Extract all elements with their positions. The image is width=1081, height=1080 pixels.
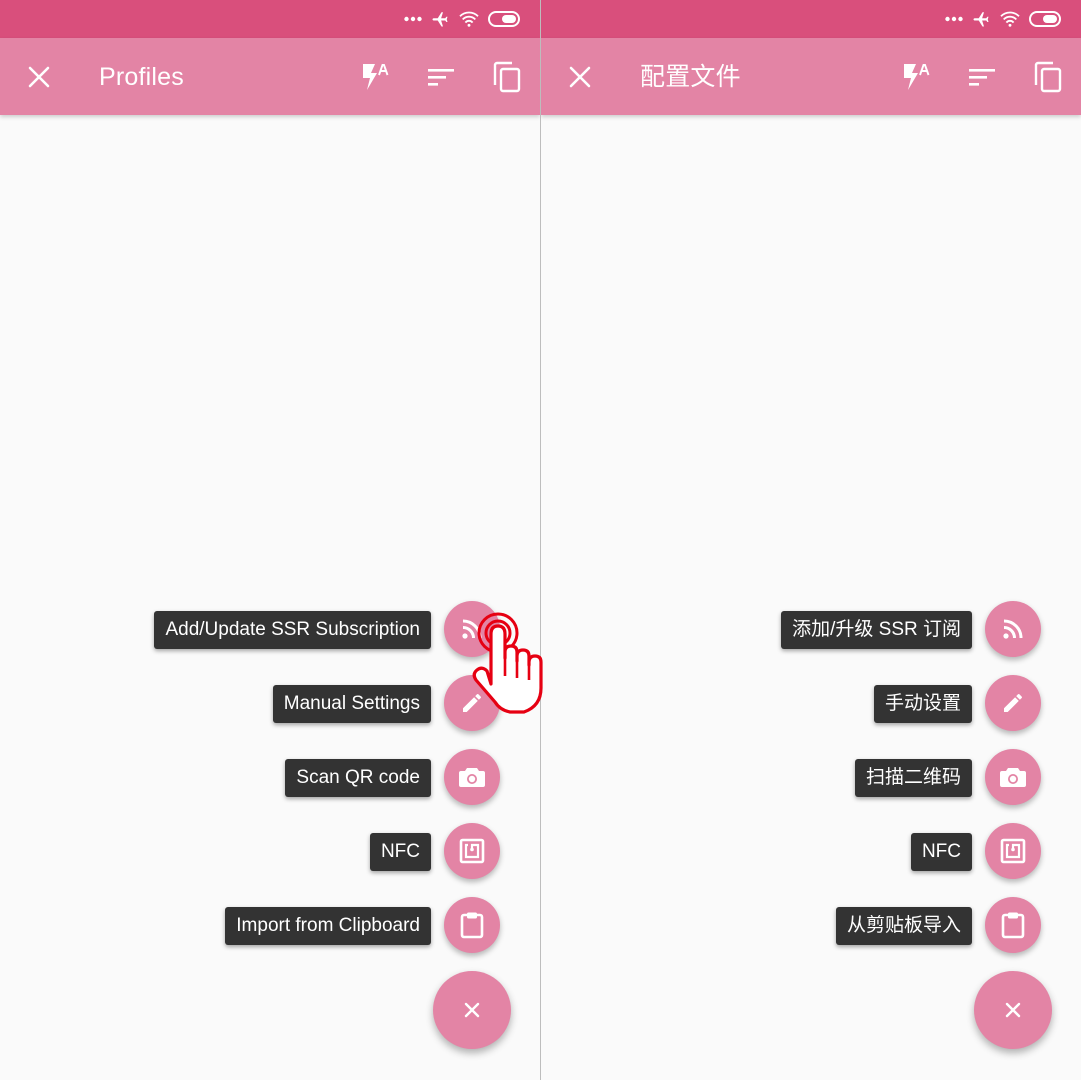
app-toolbar: 配置文件 <box>541 38 1081 115</box>
import-clipboard-button[interactable] <box>985 897 1041 953</box>
sort-icon <box>969 69 995 86</box>
close-icon <box>464 1002 480 1018</box>
rss-icon <box>1003 619 1023 639</box>
app-toolbar: Profiles <box>0 38 540 115</box>
battery-icon <box>488 11 520 27</box>
fab-label-scan-qr[interactable]: Scan QR code <box>285 759 431 797</box>
manual-settings-button[interactable] <box>444 675 500 731</box>
fab-label-nfc[interactable]: NFC <box>910 833 972 871</box>
more-dots-icon <box>945 16 963 22</box>
close-icon <box>1005 1002 1021 1018</box>
page-title: 配置文件 <box>640 63 741 91</box>
airplane-icon <box>432 12 448 27</box>
airplane-icon <box>973 12 989 27</box>
fab-close-button[interactable] <box>433 971 511 1049</box>
close-button[interactable] <box>20 58 58 96</box>
copy-icon <box>493 61 521 93</box>
camera-icon <box>459 768 485 787</box>
rss-icon <box>462 619 482 639</box>
scan-qr-button[interactable] <box>444 749 500 805</box>
close-button[interactable] <box>561 58 599 96</box>
wifi-icon <box>1000 11 1020 27</box>
fab-label-scan-qr[interactable]: 扫描二维码 <box>854 759 972 797</box>
nfc-icon <box>459 838 485 864</box>
pencil-icon <box>463 694 481 712</box>
battery-icon <box>1029 11 1061 27</box>
screenshot-comparison: Profiles Add/Update SSR Subscription Man… <box>0 0 1081 1080</box>
more-dots-icon <box>404 16 422 22</box>
fab-close-button[interactable] <box>974 971 1052 1049</box>
fab-label-add-subscription[interactable]: Add/Update SSR Subscription <box>154 611 431 649</box>
camera-icon <box>1000 768 1026 787</box>
status-bar <box>541 0 1081 38</box>
left-screen: Profiles Add/Update SSR Subscription Man… <box>0 0 540 1080</box>
close-icon <box>569 66 591 88</box>
nfc-button[interactable] <box>444 823 500 879</box>
import-clipboard-button[interactable] <box>444 897 500 953</box>
pencil-icon <box>1004 694 1022 712</box>
sort-button[interactable] <box>422 58 460 96</box>
fab-label-add-subscription[interactable]: 添加/升级 SSR 订阅 <box>781 611 972 649</box>
nfc-icon <box>1000 838 1026 864</box>
page-title: Profiles <box>99 63 184 91</box>
nfc-button[interactable] <box>985 823 1041 879</box>
close-icon <box>28 66 50 88</box>
fab-label-import-clipboard[interactable]: Import from Clipboard <box>225 907 431 945</box>
sort-button[interactable] <box>963 58 1001 96</box>
flash-auto-button[interactable] <box>897 58 935 96</box>
clipboard-icon <box>1001 912 1025 939</box>
clipboard-icon <box>460 912 484 939</box>
fab-label-nfc[interactable]: NFC <box>369 833 431 871</box>
fab-label-import-clipboard[interactable]: 从剪贴板导入 <box>835 907 972 945</box>
flash-auto-icon <box>363 64 389 90</box>
scan-qr-button[interactable] <box>985 749 1041 805</box>
flash-auto-icon <box>904 64 930 90</box>
wifi-icon <box>459 11 479 27</box>
right-screen: 配置文件 添加/升级 SSR 订阅 手动设置 扫描二维码 NFC 从剪贴板导入 <box>541 0 1081 1080</box>
status-bar <box>0 0 540 38</box>
add-subscription-button[interactable] <box>444 601 500 657</box>
copy-icon <box>1034 61 1062 93</box>
fab-label-manual-settings[interactable]: Manual Settings <box>272 685 431 723</box>
fab-label-manual-settings[interactable]: 手动设置 <box>873 685 972 723</box>
add-subscription-button[interactable] <box>985 601 1041 657</box>
flash-auto-button[interactable] <box>356 58 394 96</box>
sort-icon <box>428 69 454 86</box>
copy-button[interactable] <box>1029 58 1067 96</box>
manual-settings-button[interactable] <box>985 675 1041 731</box>
copy-button[interactable] <box>488 58 526 96</box>
